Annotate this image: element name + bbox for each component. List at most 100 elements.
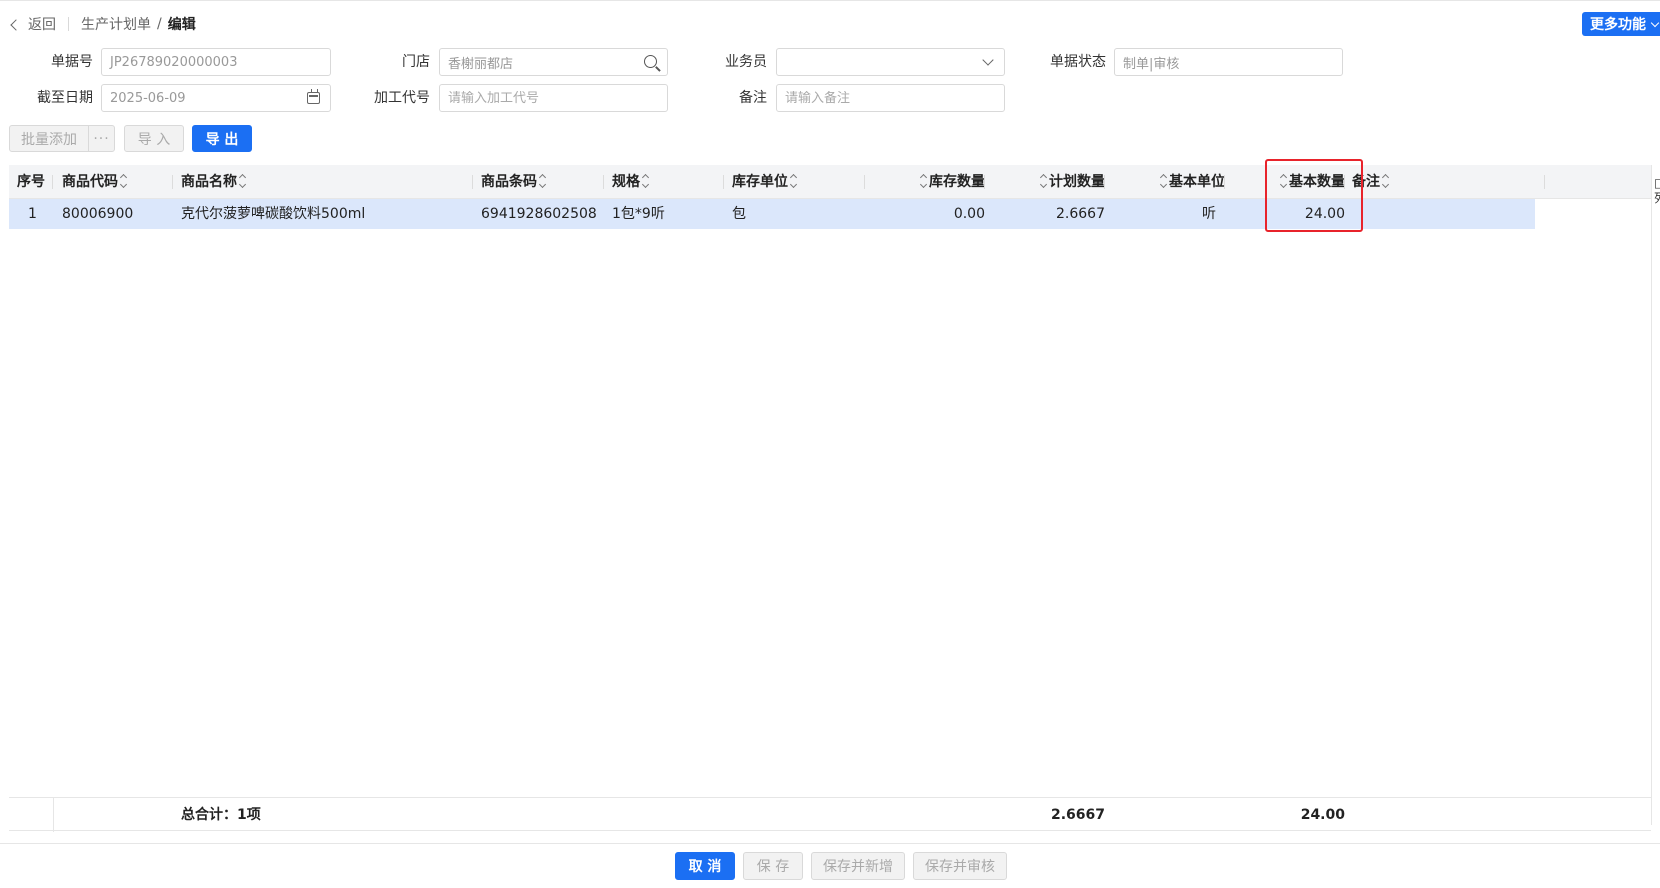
column-divider xyxy=(723,175,724,189)
totals-divider xyxy=(53,798,54,832)
cancel-button[interactable]: 取 消 xyxy=(675,852,735,880)
cell-base-unit: 听 xyxy=(1202,206,1216,222)
chevron-left-icon xyxy=(10,18,22,31)
column-settings-tab[interactable]: □ 列 xyxy=(1654,176,1660,206)
export-button[interactable]: 导 出 xyxy=(192,125,252,152)
totals-base-qty: 24.00 xyxy=(1300,807,1345,823)
col-barcode-label: 商品条码 xyxy=(481,174,537,190)
col-base-unit-label: 基本单位 xyxy=(1169,174,1225,190)
col-remark[interactable]: 备注 xyxy=(1352,165,1391,199)
breadcrumb-divider xyxy=(68,17,69,31)
deadline-value: 2025-06-09 xyxy=(110,90,186,106)
col-barcode[interactable]: 商品条码 xyxy=(481,165,548,199)
back-label: 返回 xyxy=(28,17,56,33)
cell-base-qty: 24.00 xyxy=(1304,206,1345,222)
sort-icon[interactable] xyxy=(790,175,797,187)
doc-status-value: 制单|审核 xyxy=(1123,56,1180,72)
breadcrumb-slash: / xyxy=(157,16,162,32)
col-stock-qty-label: 库存数量 xyxy=(929,174,985,190)
col-code[interactable]: 商品代码 xyxy=(62,165,129,199)
store-label: 门店 xyxy=(402,54,430,70)
cell-seq: 1 xyxy=(28,206,37,222)
col-stock-unit[interactable]: 库存单位 xyxy=(732,165,799,199)
cell-stock-qty: 0.00 xyxy=(953,206,985,222)
back-link[interactable]: 返回 xyxy=(10,14,56,34)
store-value: 香榭丽都店 xyxy=(448,56,514,72)
sort-icon[interactable] xyxy=(1280,175,1287,187)
more-functions-button[interactable]: 更多功能 xyxy=(1582,12,1660,36)
col-base-unit[interactable]: 基本单位 xyxy=(1111,165,1225,199)
doc-no-value: JP26789020000003 xyxy=(110,54,238,70)
deadline-label: 截至日期 xyxy=(37,90,93,106)
column-divider xyxy=(1544,175,1545,189)
save-and-audit-button[interactable]: 保存并审核 xyxy=(913,852,1007,880)
process-code-field[interactable] xyxy=(439,84,668,112)
process-code-input[interactable] xyxy=(448,90,659,106)
column-divider xyxy=(603,175,604,189)
table-totals: 总合计：1项 2.6667 24.00 xyxy=(9,797,1651,832)
chevron-down-icon xyxy=(1650,18,1660,27)
column-divider xyxy=(1344,175,1345,189)
salesman-select[interactable] xyxy=(776,48,1005,76)
col-spec[interactable]: 规格 xyxy=(612,165,651,199)
col-stock-unit-label: 库存单位 xyxy=(732,174,788,190)
process-code-label: 加工代号 xyxy=(374,90,430,106)
sort-icon[interactable] xyxy=(539,175,546,187)
sort-icon[interactable] xyxy=(642,175,649,187)
doc-no-label: 单据号 xyxy=(51,54,93,70)
right-panel-edge xyxy=(1651,165,1652,825)
col-seq: 序号 xyxy=(17,174,45,190)
column-divider xyxy=(1224,175,1225,189)
col-name-label: 商品名称 xyxy=(181,174,237,190)
column-divider xyxy=(1104,175,1105,189)
more-functions-label: 更多功能 xyxy=(1590,17,1646,33)
sort-icon[interactable] xyxy=(1382,175,1389,187)
salesman-label: 业务员 xyxy=(725,54,767,70)
store-field[interactable]: 香榭丽都店 xyxy=(439,48,668,76)
import-button[interactable]: 导 入 xyxy=(124,125,184,152)
column-divider xyxy=(864,175,865,189)
sort-icon[interactable] xyxy=(920,175,927,187)
col-base-qty[interactable]: 基本数量 xyxy=(1231,165,1345,199)
sort-icon[interactable] xyxy=(1040,175,1047,187)
remark-input[interactable] xyxy=(785,90,996,106)
doc-no-field[interactable]: JP26789020000003 xyxy=(101,48,331,76)
breadcrumb-parent[interactable]: 生产计划单 xyxy=(81,14,151,34)
search-icon[interactable] xyxy=(644,55,657,68)
cell-stock-unit: 包 xyxy=(732,206,746,222)
doc-status-label: 单据状态 xyxy=(1050,54,1106,70)
remark-field[interactable] xyxy=(776,84,1005,112)
table-header: 序号 商品代码 商品名称 商品条码 规格 库存单位 库存数量 计划数量 基本单位… xyxy=(9,165,1651,199)
cell-name: 克代尔菠萝啤碳酸饮料500ml xyxy=(181,206,366,222)
sort-icon[interactable] xyxy=(1160,175,1167,187)
calendar-icon[interactable] xyxy=(307,89,320,104)
cell-code: 80006900 xyxy=(62,206,134,222)
top-border xyxy=(0,0,1660,1)
cell-spec: 1包*9听 xyxy=(612,206,665,222)
col-stock-qty[interactable]: 库存数量 xyxy=(871,165,985,199)
batch-add-group: 批量添加 ··· xyxy=(9,125,115,152)
sort-icon[interactable] xyxy=(120,175,127,187)
col-plan-qty[interactable]: 计划数量 xyxy=(991,165,1105,199)
cell-plan-qty[interactable]: 2.6667 xyxy=(991,199,1105,229)
sort-icon[interactable] xyxy=(239,175,246,187)
column-divider xyxy=(984,175,985,189)
column-divider xyxy=(172,175,173,189)
col-plan-qty-label: 计划数量 xyxy=(1049,174,1105,190)
cell-barcode: 6941928602508 xyxy=(481,206,597,222)
doc-status-field[interactable]: 制单|审核 xyxy=(1114,48,1343,76)
save-and-new-button[interactable]: 保存并新增 xyxy=(811,852,905,880)
col-remark-label: 备注 xyxy=(1352,174,1380,190)
deadline-date-picker[interactable]: 2025-06-09 xyxy=(101,84,331,112)
more-options-button[interactable]: ··· xyxy=(89,126,114,151)
col-name[interactable]: 商品名称 xyxy=(181,165,248,199)
chevron-down-icon xyxy=(982,54,994,66)
col-base-qty-label: 基本数量 xyxy=(1289,174,1345,190)
remark-label: 备注 xyxy=(739,90,767,106)
save-button[interactable]: 保 存 xyxy=(743,852,803,880)
batch-add-button[interactable]: 批量添加 xyxy=(10,126,89,151)
table-row[interactable]: 1 80006900 克代尔菠萝啤碳酸饮料500ml 6941928602508… xyxy=(9,199,1535,229)
column-divider xyxy=(472,175,473,189)
bottom-action-bar: 取 消 保 存 保存并新增 保存并审核 xyxy=(0,843,1660,888)
col-code-label: 商品代码 xyxy=(62,174,118,190)
